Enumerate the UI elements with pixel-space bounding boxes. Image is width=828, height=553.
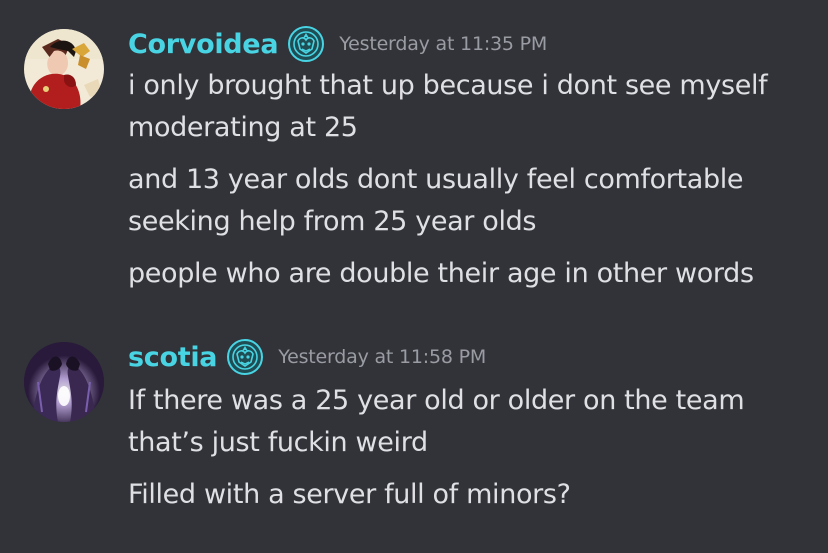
message-text: and 13 year olds dont usually feel comfo… [128, 164, 744, 195]
avatar-image [24, 342, 104, 422]
username[interactable]: scotia [128, 342, 218, 373]
role-badge-icon[interactable] [287, 25, 325, 63]
message-text: Filled with a server full of minors? [128, 479, 571, 510]
avatar-image [24, 29, 104, 109]
username[interactable]: Corvoidea [128, 29, 279, 60]
avatar[interactable] [24, 342, 104, 422]
message-text: that’s just fuckin weird [128, 427, 428, 458]
avatar[interactable] [24, 29, 104, 109]
chat-messages: Corvoidea Yesterday at 11:35 PM i only b… [0, 0, 828, 553]
message-text: moderating at 25 [128, 112, 358, 143]
message-header: scotia Yesterday at 11:58 PM [128, 337, 486, 377]
message-text: If there was a 25 year old or older on t… [128, 385, 745, 416]
message-text: seeking help from 25 year olds [128, 206, 537, 237]
message-text: i only brought that up because i dont se… [128, 70, 768, 101]
message-header: Corvoidea Yesterday at 11:35 PM [128, 24, 547, 64]
timestamp[interactable]: Yesterday at 11:35 PM [339, 33, 547, 55]
timestamp[interactable]: Yesterday at 11:58 PM [278, 346, 486, 368]
message-text: people who are double their age in other… [128, 258, 754, 289]
role-badge-icon[interactable] [226, 338, 264, 376]
